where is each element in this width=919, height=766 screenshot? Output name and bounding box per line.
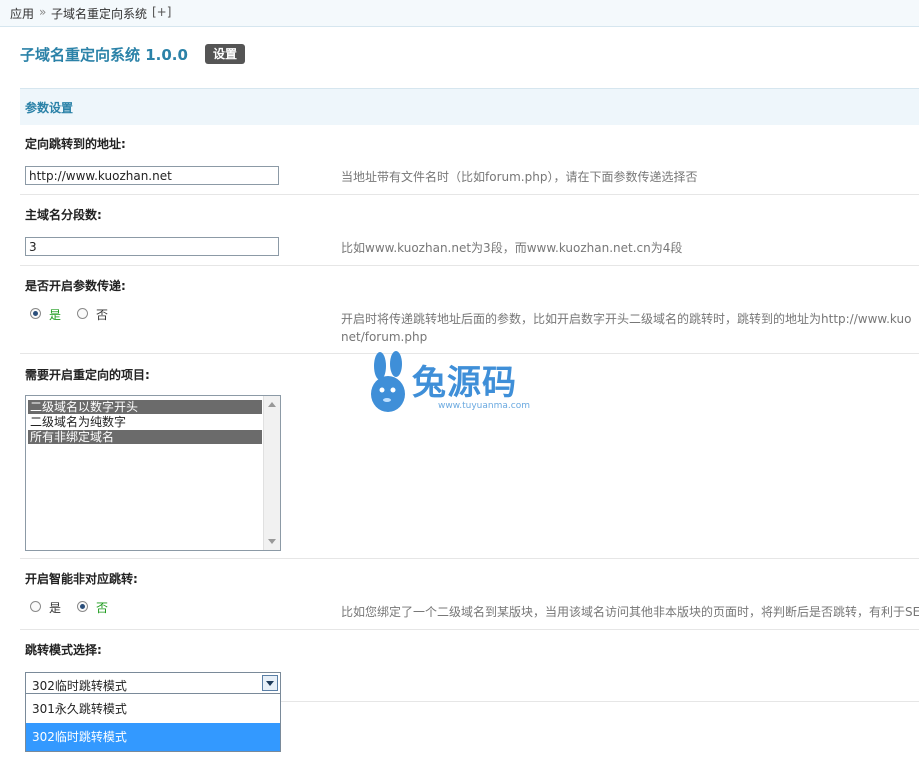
redirect-url-label: 定向跳转到的地址: [25, 137, 126, 151]
smart-redirect-yes-label: 是 [49, 601, 62, 615]
dropdown-option-301[interactable]: 301永久跳转模式 [26, 695, 280, 723]
dropdown-option-302[interactable]: 302临时跳转模式 [26, 723, 280, 751]
settings-button[interactable]: 设置 [205, 44, 245, 64]
listbox-scrollbar[interactable] [263, 396, 280, 550]
pass-params-tip-line2: net/forum.php [341, 330, 428, 344]
pass-params-yes-radio[interactable] [30, 308, 41, 319]
domain-segments-label: 主域名分段数: [25, 208, 102, 222]
list-item[interactable]: 二级域名以数字开头 [28, 400, 262, 414]
pass-params-label: 是否开启参数传递: [25, 279, 126, 293]
rabbit-icon [371, 351, 405, 412]
page-title: 子域名重定向系统 1.0.0 [20, 46, 188, 64]
redirect-items-listbox[interactable]: 二级域名以数字开头 二级域名为纯数字 所有非绑定域名 [25, 395, 281, 551]
pass-params-tip-line1: 开启时将传递跳转地址后面的参数，比如开启数字开头二级域名的跳转时，跳转到的地址为… [341, 312, 912, 326]
divider [20, 629, 919, 630]
smart-redirect-no-radio[interactable] [77, 601, 88, 612]
breadcrumb-current: 子域名重定向系统 [51, 7, 148, 21]
divider [281, 701, 919, 702]
redirect-mode-select[interactable]: 302临时跳转模式 [25, 672, 281, 694]
redirect-items-label: 需要开启重定向的项目: [25, 368, 150, 382]
pass-params-no-radio[interactable] [77, 308, 88, 319]
smart-redirect-label: 开启智能非对应跳转: [25, 572, 138, 586]
redirect-url-input[interactable] [25, 166, 279, 185]
smart-redirect-tip: 比如您绑定了一个二级域名到某版块，当用该域名访问其他非本版块的页面时，将判断后是… [341, 605, 919, 619]
breadcrumb-app-link[interactable]: 应用 [10, 5, 34, 22]
smart-redirect-no-label: 否 [96, 601, 109, 615]
scroll-down-icon[interactable] [268, 539, 276, 544]
chevron-down-icon[interactable] [262, 675, 278, 691]
breadcrumb-add-link[interactable]: [+] [152, 5, 171, 19]
section-title: 参数设置 [25, 101, 74, 115]
domain-segments-tip: 比如www.kuozhan.net为3段，而www.kuozhan.net.cn… [341, 241, 683, 255]
breadcrumb: 应用 » 子域名重定向系统 [+] [0, 0, 919, 27]
watermark-text: 兔源码 [412, 363, 517, 403]
watermark-url: www.tuyuanma.com [438, 401, 530, 411]
redirect-mode-label: 跳转模式选择: [25, 643, 102, 657]
divider [20, 194, 919, 195]
redirect-mode-dropdown-list: 301永久跳转模式 302临时跳转模式 [25, 694, 281, 752]
breadcrumb-separator: » [39, 5, 47, 19]
pass-params-yes-label: 是 [49, 308, 62, 322]
redirect-url-tip: 当地址带有文件名时（比如forum.php），请在下面参数传递选择否 [341, 170, 698, 184]
redirect-mode-selected-value: 302临时跳转模式 [32, 679, 127, 693]
watermark-logo: 兔源码 www.tuyuanma.com [366, 350, 556, 420]
domain-segments-input[interactable] [25, 237, 279, 256]
divider [20, 558, 919, 559]
list-item[interactable]: 二级域名为纯数字 [28, 415, 262, 429]
smart-redirect-yes-radio[interactable] [30, 601, 41, 612]
divider [20, 265, 919, 266]
scroll-up-icon[interactable] [268, 402, 276, 407]
section-header: 参数设置 [20, 88, 919, 125]
list-item[interactable]: 所有非绑定域名 [28, 430, 262, 444]
pass-params-no-label: 否 [96, 308, 109, 322]
